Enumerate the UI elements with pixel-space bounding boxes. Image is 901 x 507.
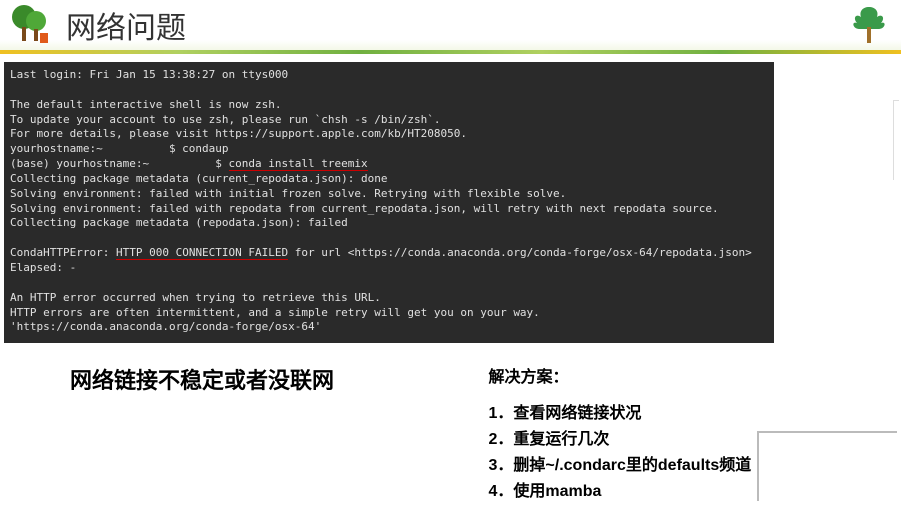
page-title: 网络问题 xyxy=(66,3,186,47)
error-highlight: HTTP 000 CONNECTION FAILED xyxy=(116,246,288,260)
problem-description: 网络链接不稳定或者没联网 xyxy=(0,363,469,503)
slide-header: 网络问题 xyxy=(0,0,901,54)
terminal-line: For more details, please visit https://s… xyxy=(10,127,467,140)
solution-item: 1．查看网络链接状况 xyxy=(489,399,901,423)
terminal-line: (base) yourhostname:~ $ xyxy=(10,157,229,170)
terminal-line: Solving environment: failed with repodat… xyxy=(10,202,719,215)
right-panel-edge xyxy=(893,100,899,180)
terminal-line: Last login: Fri Jan 15 13:38:27 on ttys0… xyxy=(10,68,288,81)
terminal-line: HTTP errors are often intermittent, and … xyxy=(10,306,540,319)
tree-right-icon xyxy=(845,1,893,49)
terminal-line: for url <https://conda.anaconda.org/cond… xyxy=(288,246,752,259)
terminal-line: The default interactive shell is now zsh… xyxy=(10,98,282,111)
terminal-line: 'https://conda.anaconda.org/conda-forge/… xyxy=(10,320,321,333)
terminal-line: Collecting package metadata (current_rep… xyxy=(10,172,388,185)
install-command: conda install treemix xyxy=(229,157,368,171)
terminal-output: Last login: Fri Jan 15 13:38:27 on ttys0… xyxy=(4,62,774,343)
terminal-line: Elapsed: - xyxy=(10,261,76,274)
terminal-line: Solving environment: failed with initial… xyxy=(10,187,566,200)
terminal-line: CondaHTTPError: xyxy=(10,246,116,259)
terminal-line: An HTTP error occurred when trying to re… xyxy=(10,291,381,304)
terminal-line: Collecting package metadata (repodata.js… xyxy=(10,216,348,229)
solution-title: 解决方案： xyxy=(489,363,901,387)
tree-left-icon xyxy=(8,1,56,49)
terminal-line: yourhostname:~ $ condaup xyxy=(10,142,229,155)
overlay-panel-corner xyxy=(757,431,897,501)
terminal-line: To update your account to use zsh, pleas… xyxy=(10,113,440,126)
